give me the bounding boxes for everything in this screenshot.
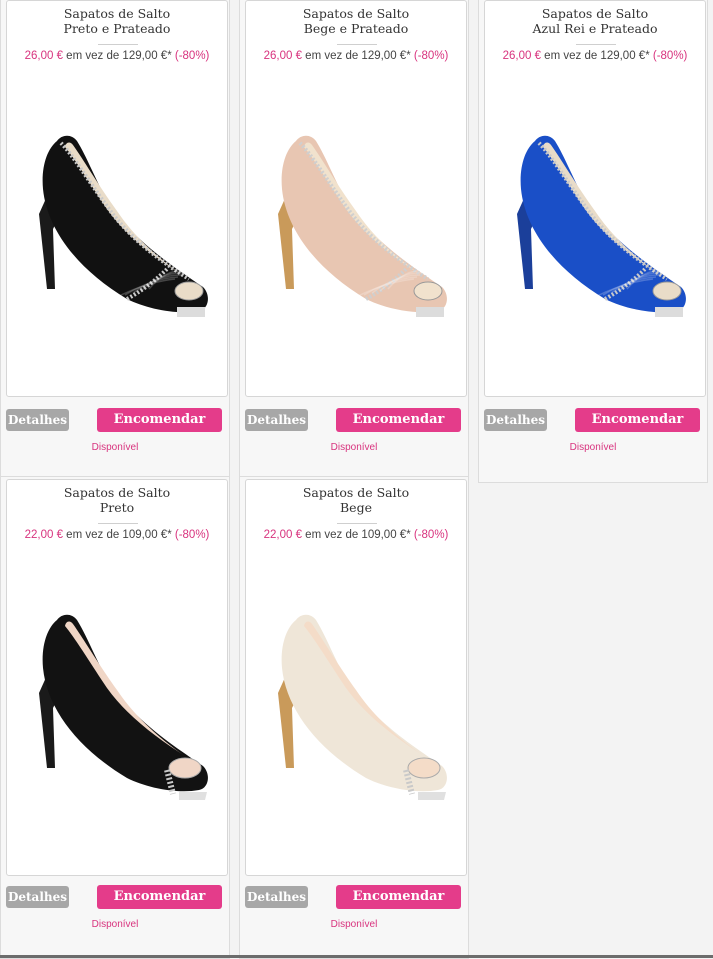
- title-divider: [576, 44, 616, 45]
- product-title[interactable]: Sapatos de Salto Preto e Prateado: [7, 6, 227, 36]
- price-discount: (-80%): [652, 50, 688, 62]
- product-image[interactable]: [256, 119, 456, 334]
- order-button[interactable]: Encomendar: [575, 408, 700, 432]
- price-old: em vez de 109,00 €*: [62, 529, 175, 541]
- product-image[interactable]: [17, 598, 217, 813]
- product-title-line2: Preto e Prateado: [63, 21, 171, 36]
- product-title-line2: Bege: [340, 500, 372, 515]
- order-button[interactable]: Encomendar: [336, 885, 461, 909]
- product-title[interactable]: Sapatos de Salto Preto: [7, 485, 227, 515]
- product-title-line2: Preto: [99, 500, 135, 515]
- price-new: 26,00 €: [263, 50, 302, 62]
- product-card: Sapatos de Salto Azul Rei e Prateado 26,…: [478, 0, 708, 483]
- details-button[interactable]: Detalhes: [245, 409, 308, 431]
- product-title[interactable]: Sapatos de Salto Bege: [246, 485, 466, 515]
- order-button[interactable]: Encomendar: [336, 408, 461, 432]
- availability-status: Disponível: [91, 442, 139, 453]
- price-new: 22,00 €: [24, 529, 63, 541]
- product-price: 22,00 € em vez de 109,00 €* (-80%): [7, 529, 227, 541]
- product-card: Sapatos de Salto Preto e Prateado 26,00 …: [0, 0, 230, 483]
- details-button[interactable]: Detalhes: [245, 886, 308, 908]
- product-image[interactable]: [256, 598, 456, 813]
- product-card: Sapatos de Salto Preto 22,00 € em vez de…: [0, 476, 230, 959]
- product-price: 26,00 € em vez de 129,00 €* (-80%): [246, 50, 466, 62]
- product-title-line1: Sapatos de Salto: [541, 6, 649, 21]
- price-new: 26,00 €: [502, 50, 541, 62]
- price-discount: (-80%): [413, 50, 449, 62]
- product-image[interactable]: [495, 119, 695, 334]
- price-discount: (-80%): [174, 50, 210, 62]
- details-button[interactable]: Detalhes: [6, 409, 69, 431]
- availability-status: Disponível: [91, 919, 139, 930]
- product-title[interactable]: Sapatos de Salto Azul Rei e Prateado: [485, 6, 705, 36]
- title-divider: [98, 523, 138, 524]
- price-old: em vez de 109,00 €*: [301, 529, 414, 541]
- order-button[interactable]: Encomendar: [97, 408, 222, 432]
- title-divider: [337, 523, 377, 524]
- product-panel: Sapatos de Salto Bege e Prateado 26,00 €…: [245, 0, 467, 397]
- price-discount: (-80%): [413, 529, 449, 541]
- title-divider: [98, 44, 138, 45]
- product-title-line1: Sapatos de Salto: [302, 6, 410, 21]
- availability-status: Disponível: [569, 442, 617, 453]
- price-old: em vez de 129,00 €*: [301, 50, 414, 62]
- price-new: 22,00 €: [263, 529, 302, 541]
- product-price: 22,00 € em vez de 109,00 €* (-80%): [246, 529, 466, 541]
- product-image[interactable]: [17, 119, 217, 334]
- product-card: Sapatos de Salto Bege e Prateado 26,00 €…: [239, 0, 469, 483]
- product-panel: Sapatos de Salto Preto e Prateado 26,00 …: [6, 0, 228, 397]
- price-old: em vez de 129,00 €*: [540, 50, 653, 62]
- product-title-line1: Sapatos de Salto: [302, 485, 410, 500]
- product-panel: Sapatos de Salto Azul Rei e Prateado 26,…: [484, 0, 706, 397]
- title-divider: [337, 44, 377, 45]
- price-discount: (-80%): [174, 529, 210, 541]
- product-title[interactable]: Sapatos de Salto Bege e Prateado: [246, 6, 466, 36]
- product-title-line2: Bege e Prateado: [303, 21, 409, 36]
- product-title-line1: Sapatos de Salto: [63, 485, 171, 500]
- details-button[interactable]: Detalhes: [484, 409, 547, 431]
- product-panel: Sapatos de Salto Bege 22,00 € em vez de …: [245, 479, 467, 876]
- product-card: Sapatos de Salto Bege 22,00 € em vez de …: [239, 476, 469, 959]
- availability-status: Disponível: [330, 919, 378, 930]
- product-title-line1: Sapatos de Salto: [63, 6, 171, 21]
- product-panel: Sapatos de Salto Preto 22,00 € em vez de…: [6, 479, 228, 876]
- product-title-line2: Azul Rei e Prateado: [532, 21, 658, 36]
- product-price: 26,00 € em vez de 129,00 €* (-80%): [485, 50, 705, 62]
- details-button[interactable]: Detalhes: [6, 886, 69, 908]
- availability-status: Disponível: [330, 442, 378, 453]
- price-new: 26,00 €: [24, 50, 63, 62]
- product-price: 26,00 € em vez de 129,00 €* (-80%): [7, 50, 227, 62]
- order-button[interactable]: Encomendar: [97, 885, 222, 909]
- price-old: em vez de 129,00 €*: [62, 50, 175, 62]
